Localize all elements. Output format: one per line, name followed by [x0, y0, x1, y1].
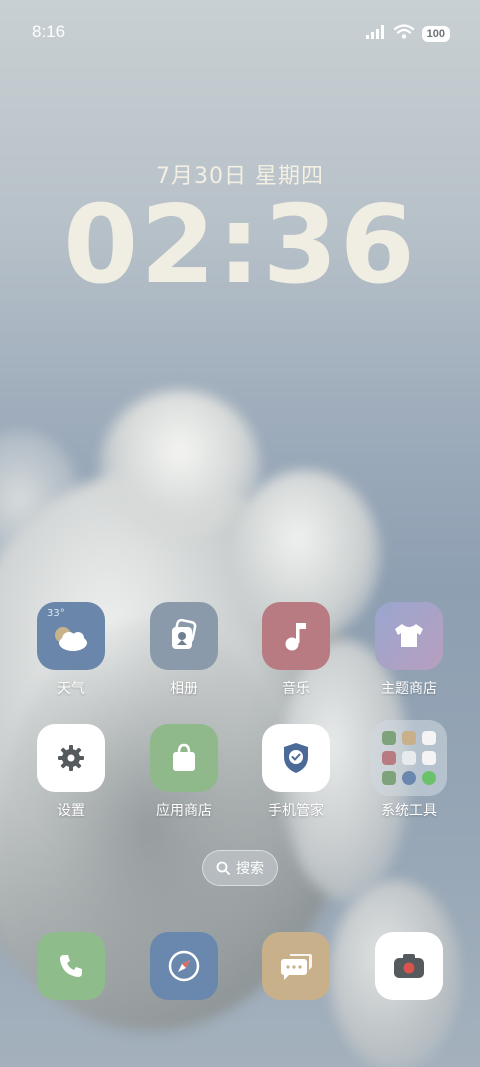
app-label: 主题商店	[381, 681, 437, 697]
signal-icon	[365, 24, 386, 43]
search-label: 搜索	[236, 861, 264, 877]
dock-messages[interactable]	[246, 932, 346, 1000]
phone-icon	[60, 955, 82, 977]
search-button[interactable]: 搜索	[202, 850, 278, 886]
app-music[interactable]: 音乐	[246, 602, 346, 698]
app-label: 手机管家	[268, 803, 324, 819]
tshirt-icon	[395, 624, 423, 647]
shopping-bag-icon	[173, 743, 195, 771]
cloud-sun-icon	[55, 627, 87, 651]
weather-temp: 33°	[47, 608, 65, 619]
app-label: 天气	[57, 681, 85, 697]
app-label: 设置	[57, 803, 85, 819]
battery-indicator: 100	[421, 25, 450, 42]
app-label: 系统工具	[381, 803, 437, 819]
search-icon	[216, 861, 230, 875]
status-bar: 8:16 100	[0, 0, 480, 68]
chat-bubbles-icon	[281, 954, 312, 980]
browser-app-icon[interactable]	[150, 932, 218, 1000]
gallery-app-icon[interactable]	[150, 602, 218, 670]
camera-icon	[394, 954, 424, 978]
dock-phone[interactable]	[21, 932, 121, 1000]
music-app-icon[interactable]	[262, 602, 330, 670]
messages-app-icon[interactable]	[262, 932, 330, 1000]
app-label: 音乐	[282, 681, 310, 697]
phone-app-icon[interactable]	[37, 932, 105, 1000]
folder-icon[interactable]	[371, 720, 447, 796]
app-store-app-icon[interactable]	[150, 724, 218, 792]
app-gallery[interactable]: 相册	[134, 602, 234, 698]
app-label: 相册	[170, 681, 198, 697]
dock-camera[interactable]	[359, 932, 459, 1000]
clock-widget[interactable]: 02:36	[0, 186, 480, 306]
folder-system-tools[interactable]: 系统工具	[359, 720, 459, 820]
phone-manager-app-icon[interactable]	[262, 724, 330, 792]
app-theme-store[interactable]: 主题商店	[359, 602, 459, 698]
settings-app-icon[interactable]	[37, 724, 105, 792]
app-weather[interactable]: 33° 天气	[21, 602, 121, 698]
camera-app-icon[interactable]	[375, 932, 443, 1000]
weather-app-icon[interactable]: 33°	[37, 602, 105, 670]
gear-icon	[58, 745, 84, 771]
music-note-icon	[285, 623, 306, 651]
theme-store-app-icon[interactable]	[375, 602, 443, 670]
dock-browser[interactable]	[134, 932, 234, 1000]
status-time: 8:16	[32, 22, 66, 41]
shield-check-icon	[284, 743, 308, 773]
wifi-icon	[393, 24, 414, 43]
app-app-store[interactable]: 应用商店	[134, 724, 234, 820]
app-settings[interactable]: 设置	[21, 724, 121, 820]
app-phone-manager[interactable]: 手机管家	[246, 724, 346, 820]
photos-icon	[172, 618, 197, 649]
app-label: 应用商店	[156, 803, 212, 819]
compass-icon	[168, 950, 200, 982]
